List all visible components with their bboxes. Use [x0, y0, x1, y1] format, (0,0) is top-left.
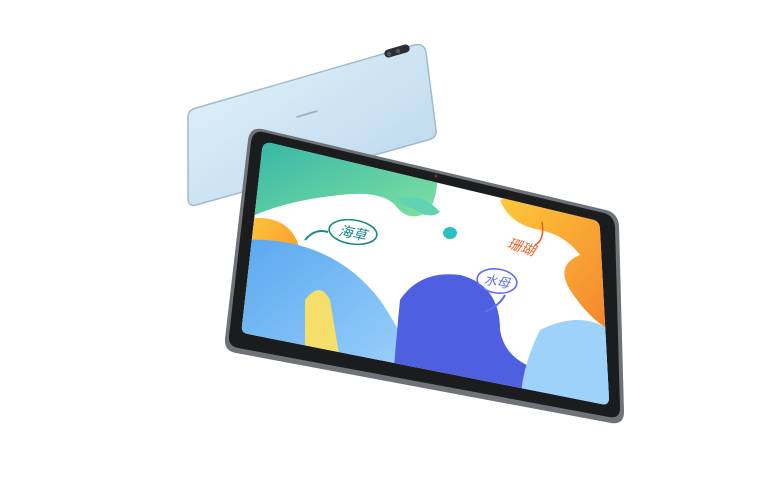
front-camera-icon	[434, 174, 438, 178]
tablet-product-scene: 海草 水母 珊瑚	[187, 43, 624, 424]
tablet-front: 海草 水母 珊瑚	[224, 128, 624, 424]
